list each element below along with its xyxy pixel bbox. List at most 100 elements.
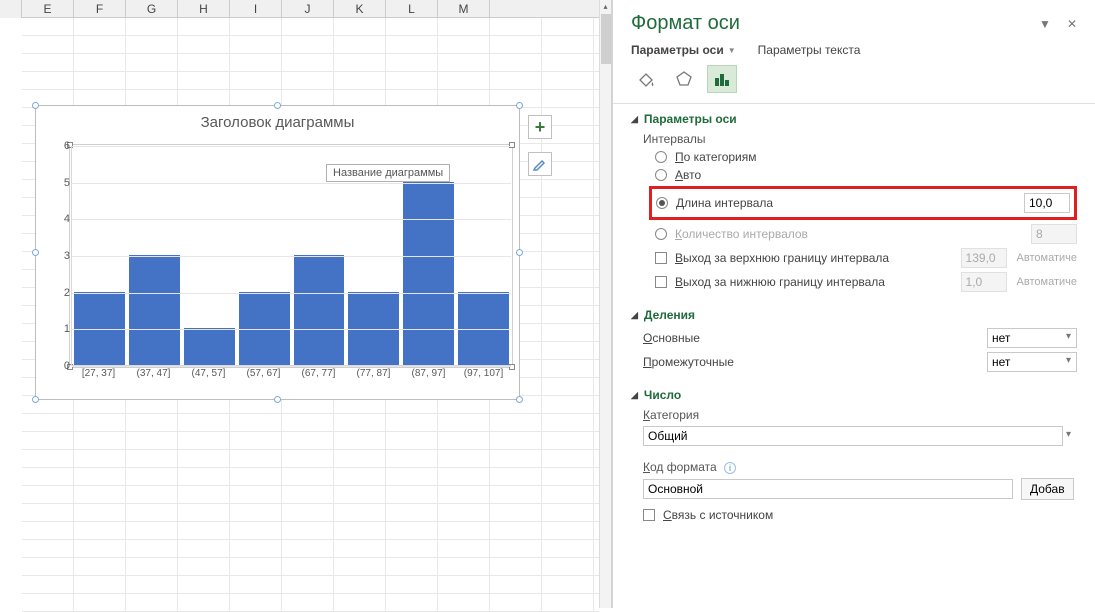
resize-handle-icon[interactable] [32,396,39,403]
resize-handle-icon[interactable] [274,396,281,403]
bar[interactable] [348,292,399,365]
bar[interactable] [239,292,290,365]
col-header[interactable]: L [386,0,438,18]
col-header[interactable]: G [126,0,178,18]
bar[interactable] [294,255,345,365]
bar[interactable] [458,292,509,365]
accel: А [675,168,683,182]
check-underflow[interactable]: Выход за нижнюю границу интервала Автома… [655,272,1077,292]
resize-handle-icon[interactable] [274,102,281,109]
col-header[interactable]: H [178,0,230,18]
col-header[interactable]: F [74,0,126,18]
check-linked-to-source[interactable]: Связь с источником [643,508,1077,522]
axis-options-icon-tab[interactable] [707,65,737,93]
chevron-down-icon: ▼ [728,46,736,55]
select-all-corner[interactable] [0,0,22,18]
effects-icon-tab[interactable] [669,65,699,93]
resize-handle-icon[interactable] [32,102,39,109]
radio-icon [655,228,667,240]
bar[interactable] [184,328,235,365]
resize-handle-icon[interactable] [516,396,523,403]
radio-label: лина интервала [684,196,773,210]
chart-add-element-button[interactable]: + [528,115,552,139]
brush-icon [532,156,548,172]
overflow-input [961,248,1007,268]
col-header[interactable]: K [334,0,386,18]
panel-options-dropdown[interactable]: ▼ [1039,17,1051,31]
scroll-thumb[interactable] [601,14,611,64]
accel: В [675,275,683,289]
panel-close-button[interactable]: ✕ [1067,17,1077,31]
number-category-select[interactable] [643,426,1063,446]
resize-handle-icon[interactable] [516,249,523,256]
bin-width-input[interactable] [1024,193,1070,213]
check-overflow[interactable]: Выход за верхнюю границу интервала Автом… [655,248,1077,268]
bar[interactable] [74,292,125,365]
accel: К [643,408,650,422]
auto-link[interactable]: Автоматиче [1017,252,1077,264]
info-icon[interactable]: i [724,462,736,474]
format-code-input[interactable] [643,479,1013,499]
col-header[interactable]: I [230,0,282,18]
radio-auto[interactable]: Авто [655,168,1077,182]
section-title: Параметры оси [644,112,737,126]
x-tick-label: (87, 97] [401,368,456,379]
col-header[interactable]: J [282,0,334,18]
chart-title[interactable]: Заголовок диаграммы [36,106,519,135]
checkbox-label: ыход за нижнюю границу интервала [683,275,885,289]
radio-icon [655,151,667,163]
underflow-input [961,272,1007,292]
x-axis-labels[interactable]: [27, 37](37, 47](47, 57](57, 67](67, 77]… [71,368,511,379]
collapse-icon: ◢ [631,114,638,125]
field-label: ромежуточные [652,355,734,369]
radio-by-category[interactable]: По категориям [655,150,1077,164]
radio-bin-width-highlighted[interactable]: Длина интервала [649,186,1077,220]
radio-icon [655,169,667,181]
bin-count-input [1031,224,1077,244]
checkbox-label: ыход за верхнюю границу интервала [683,251,889,265]
chart-style-brush-button[interactable] [528,152,552,176]
checkbox-icon [643,509,655,521]
fill-line-icon-tab[interactable] [631,65,661,93]
bar[interactable] [129,255,180,365]
field-label: сновные [652,331,700,345]
accel: П [675,150,684,164]
scroll-up-button[interactable]: ▴ [600,0,611,14]
accel: С [663,508,672,522]
embedded-chart[interactable]: Заголовок диаграммы Название диаграммы [… [35,105,520,400]
plot-area[interactable] [71,146,511,366]
minor-ticks-select[interactable] [987,352,1077,372]
x-tick-label: (57, 67] [236,368,291,379]
add-format-button[interactable]: Добав [1021,478,1074,500]
spreadsheet-area: E F G H I J K L M ▴ Заголовок диаграммы … [0,0,612,608]
section-title: Число [644,388,681,402]
resize-handle-icon[interactable] [32,249,39,256]
section-axis-params[interactable]: ◢ Параметры оси [631,112,1077,126]
accel: В [675,251,683,265]
y-tick-label: 4 [48,213,70,225]
bar[interactable] [403,182,454,365]
section-number[interactable]: ◢ Число [631,388,1077,402]
section-ticks[interactable]: ◢ Деления [631,308,1077,322]
column-headers: E F G H I J K L M [0,0,611,18]
radio-label: оличество интервалов [682,227,808,241]
panel-title: Формат оси [631,12,740,35]
x-tick-label: [27, 37] [71,368,126,379]
checkbox-icon [655,252,667,264]
tab-axis-options[interactable]: Параметры оси ▼ [631,43,736,57]
x-tick-label: (97, 107] [456,368,511,379]
col-header[interactable]: E [22,0,74,18]
histogram-icon [713,70,731,88]
major-ticks-select[interactable] [987,328,1077,348]
field-label: атегория [650,408,699,422]
radio-label: о категориям [684,150,757,164]
radio-bin-count[interactable]: Количество интервалов [655,224,1077,244]
vertical-scrollbar[interactable]: ▴ [599,0,611,608]
col-header[interactable]: M [438,0,490,18]
tab-text-options[interactable]: Параметры текста [758,43,861,57]
tab-label: Параметры оси [631,43,724,57]
auto-link[interactable]: Автоматиче [1017,276,1077,288]
resize-handle-icon[interactable] [516,102,523,109]
y-tick-label: 3 [48,250,70,262]
x-tick-label: (47, 57] [181,368,236,379]
